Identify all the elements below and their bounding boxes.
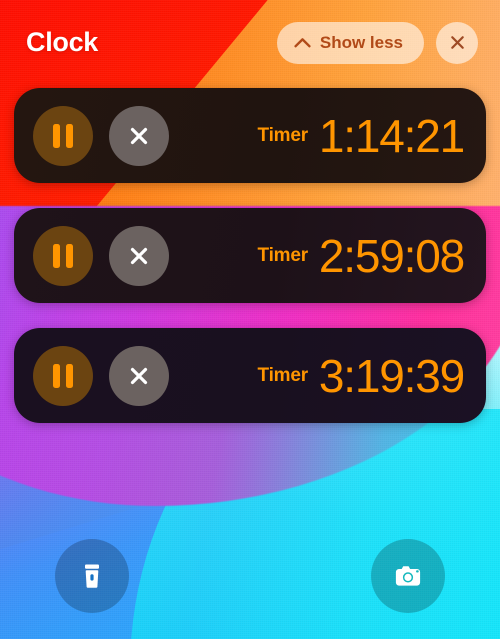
close-icon [448,33,467,52]
flashlight-button[interactable] [55,539,129,613]
show-less-label: Show less [319,32,403,52]
pause-button[interactable] [33,105,93,166]
timer-value: 2:59:08 [318,229,465,282]
stop-timer-button[interactable] [109,225,169,286]
quick-actions-bar [0,537,500,615]
close-icon [126,363,152,389]
pause-icon [53,243,73,268]
timer-row[interactable]: Timer 2:59:08 [14,208,486,303]
timer-row[interactable]: Timer 3:19:39 [14,328,486,423]
pause-button[interactable] [33,345,93,406]
page-title: Clock [26,27,99,57]
close-icon [126,123,152,149]
pause-icon [53,123,73,148]
camera-button[interactable] [371,539,445,613]
timer-value: 1:14:21 [318,109,465,162]
timer-label: Timer [257,124,309,146]
stop-timer-button[interactable] [109,105,169,166]
lock-screen-clock-widget: Clock Show less Timer 1:14:21 Timer 2:59… [0,0,500,639]
close-button[interactable] [436,21,478,64]
flashlight-icon [76,560,108,592]
chevron-up-icon [294,37,311,48]
stop-timer-button[interactable] [109,345,169,406]
close-icon [126,243,152,269]
timer-value: 3:19:39 [318,349,465,402]
timer-label: Timer [257,244,309,266]
show-less-button[interactable]: Show less [276,21,424,64]
widget-header: Clock Show less [0,0,500,85]
camera-icon [391,560,425,592]
timer-list: Timer 1:14:21 Timer 2:59:08 Timer 3:19:3… [14,88,486,448]
pause-icon [53,363,73,388]
timer-row[interactable]: Timer 1:14:21 [14,88,486,183]
timer-label: Timer [257,364,309,386]
pause-button[interactable] [33,225,93,286]
